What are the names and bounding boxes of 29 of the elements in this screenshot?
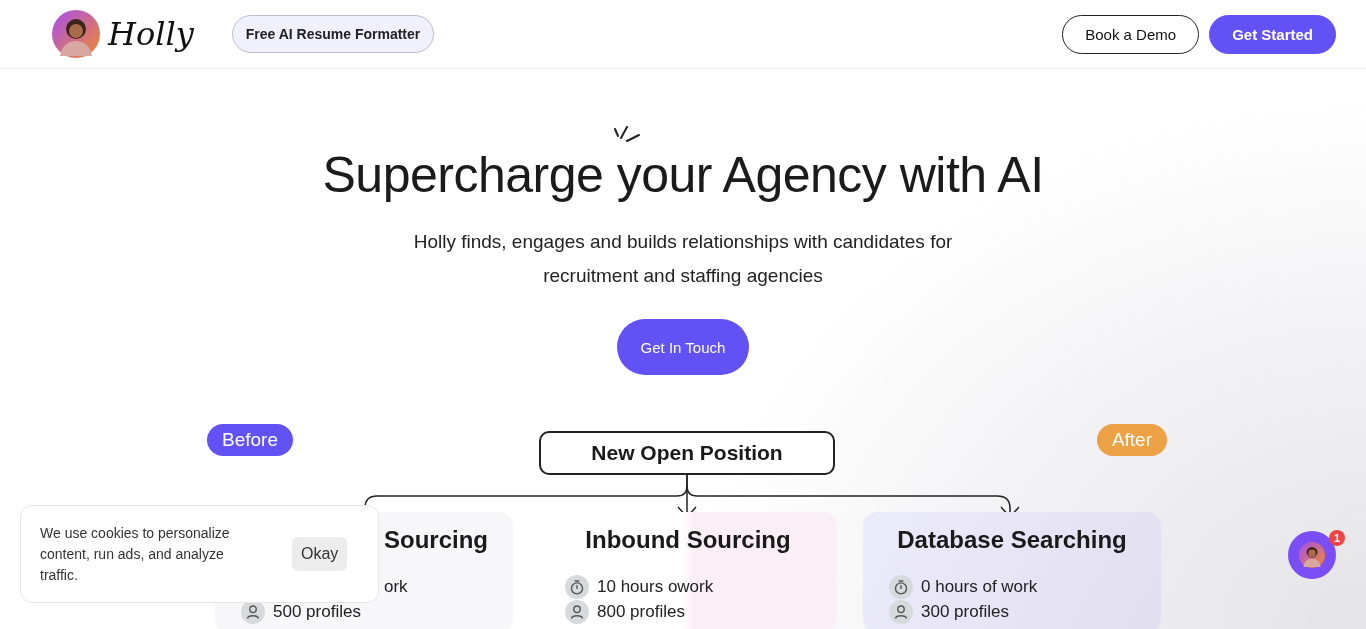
demo-button[interactable]: Book a Demo [1062, 14, 1200, 54]
person-icon [889, 600, 913, 624]
logo-text[interactable]: Holly [108, 15, 194, 53]
avatar-icon [52, 10, 100, 58]
chat-button[interactable] [1288, 531, 1336, 579]
stat-text: 300 profiles [921, 602, 1009, 622]
hero-title: Supercharge your Agency with AI [322, 147, 1044, 203]
stat-text: 500 profiles [273, 602, 361, 622]
hero-subtitle: Holly finds, engages and builds relationships with candidates for recruitment and staffing agencies [412, 230, 954, 288]
stat-text: 800 profiles [597, 602, 685, 622]
stopwatch-icon [565, 575, 589, 599]
avatar-icon [1299, 542, 1325, 568]
stopwatch-icon [889, 575, 913, 599]
card-title: Database Searching [896, 526, 1128, 554]
stat-text: 0 hours of work [921, 577, 1038, 597]
okay-button[interactable]: Okay [292, 537, 348, 571]
card-title: Inbound Sourcing [584, 526, 792, 554]
formatter-link[interactable]: Free AI Resume Formatter [231, 15, 435, 53]
after-badge: After [1096, 424, 1167, 456]
notification-badge: 1 [1329, 530, 1345, 546]
get-in-touch-button[interactable]: Get In Touch [616, 319, 750, 375]
stat-text: ork [384, 577, 408, 597]
position-node: New Open Position [539, 431, 835, 475]
stat-text: 10 hours owork [597, 577, 714, 597]
cookie-text: We use cookies to personalize content, run ads, and analyze traffic. [40, 523, 231, 585]
person-icon [565, 600, 589, 624]
get-started-button[interactable]: Get Started [1209, 14, 1336, 54]
before-badge: Before [207, 424, 293, 456]
card-title: Sourcing [383, 526, 489, 554]
